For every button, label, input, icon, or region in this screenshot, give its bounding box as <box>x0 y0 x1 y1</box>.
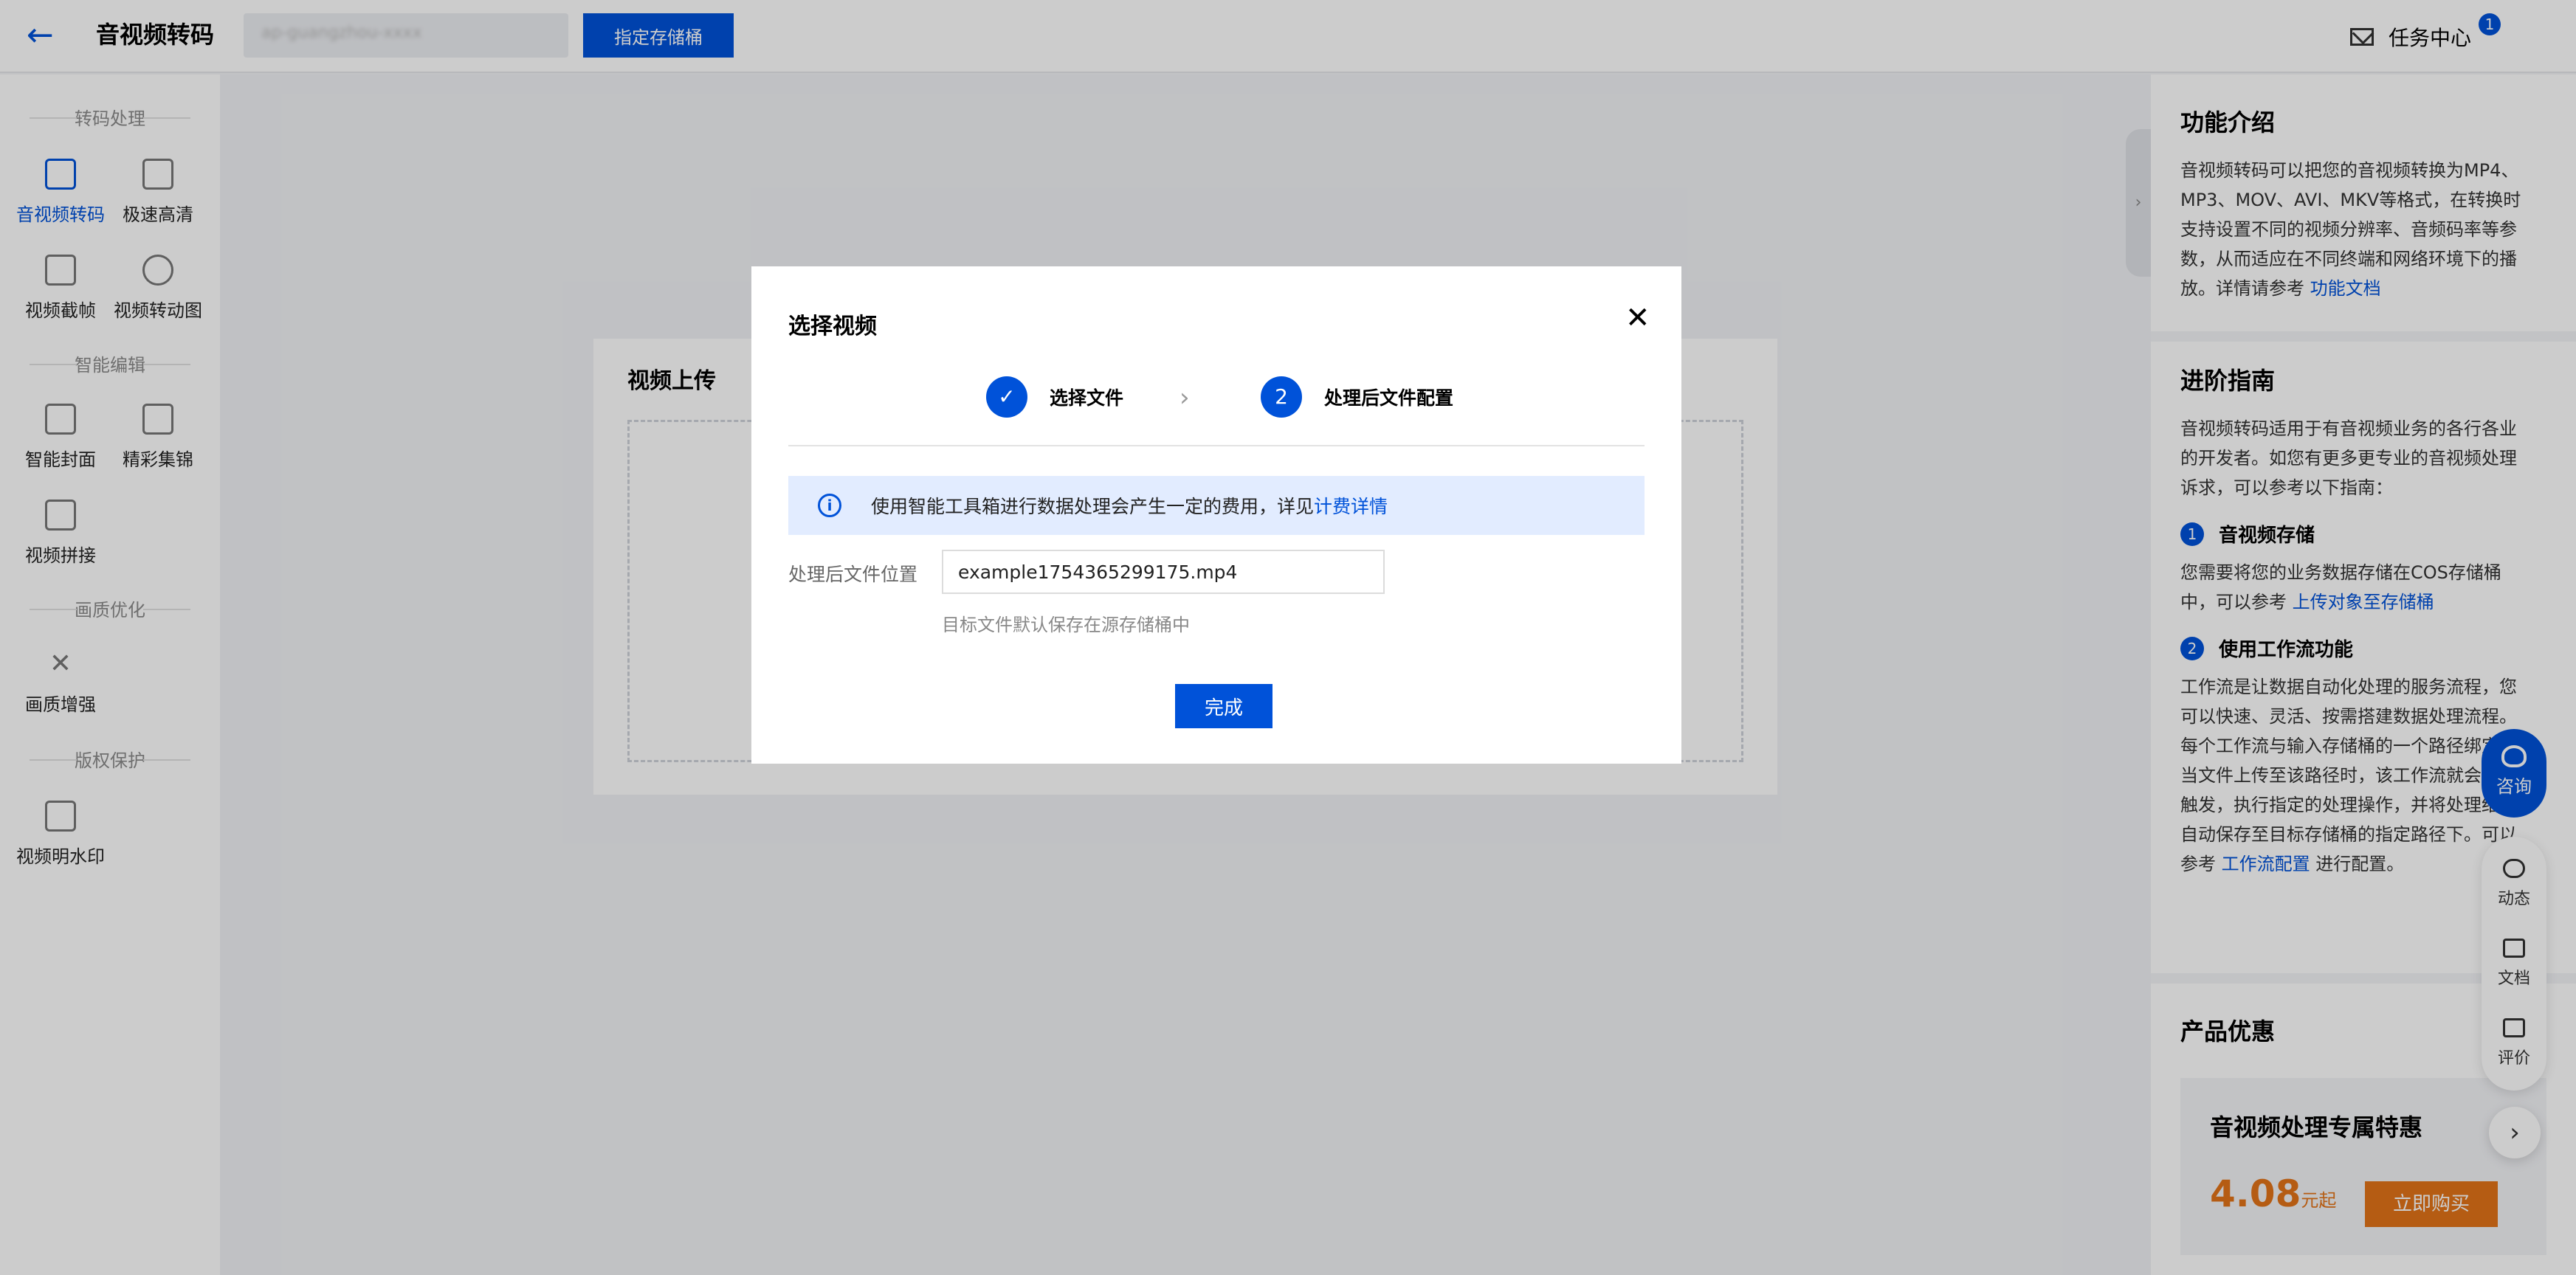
select-video-dialog: 选择视频 ✕ ✓ 选择文件 › 2 处理后文件配置 i 使用智能工具箱进行数据处… <box>751 266 1681 764</box>
output-location-help: 目标文件默认保存在源存储桶中 <box>942 615 1190 635</box>
alert-body: 使用智能工具箱进行数据处理会产生一定的费用，详见 <box>871 496 1315 517</box>
dialog-divider <box>788 445 1645 446</box>
billing-alert: i 使用智能工具箱进行数据处理会产生一定的费用，详见计费详情 <box>788 476 1645 535</box>
output-location-input[interactable] <box>942 550 1385 594</box>
alert-text: 使用智能工具箱进行数据处理会产生一定的费用，详见计费详情 <box>871 492 1388 519</box>
billing-details-link[interactable]: 计费详情 <box>1314 496 1388 517</box>
step-label: 选择文件 <box>1050 387 1124 409</box>
chevron-right-icon: › <box>1179 383 1190 412</box>
dialog-title: 选择视频 <box>788 314 877 339</box>
output-location-label: 处理后文件位置 <box>788 564 918 585</box>
info-icon: i <box>818 494 841 517</box>
done-button[interactable]: 完成 <box>1175 684 1272 728</box>
step-label: 处理后文件配置 <box>1324 387 1454 409</box>
step-select-file: ✓ 选择文件 <box>986 376 1123 418</box>
close-icon[interactable]: ✕ <box>1625 303 1650 333</box>
step-output-config: 2 处理后文件配置 <box>1261 376 1453 418</box>
step-number: 2 <box>1261 376 1302 418</box>
check-icon: ✓ <box>986 376 1027 418</box>
